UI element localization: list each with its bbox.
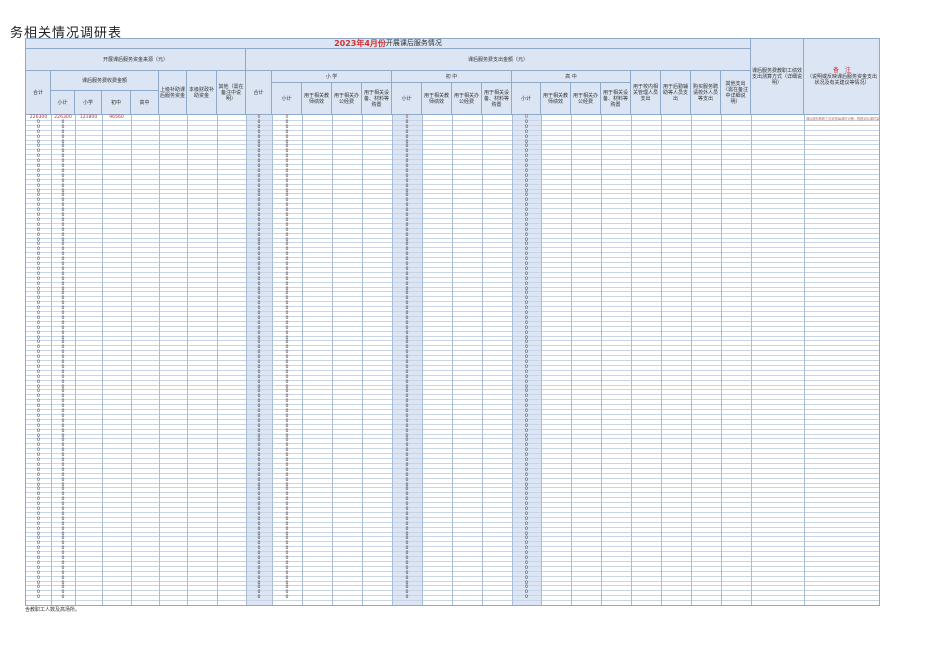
senior-header: 高 中 bbox=[512, 71, 631, 83]
junior-office-header: 用于相关办公经费 bbox=[452, 83, 482, 115]
grid-col-line bbox=[362, 115, 363, 605]
junior-header: 初 中 bbox=[392, 71, 512, 83]
grid-col-line bbox=[661, 115, 662, 605]
header-rest: 开展课后服务情况 bbox=[385, 39, 442, 47]
cell-fee-primary: 121800 bbox=[79, 115, 98, 120]
fee-primary-header: 小学 bbox=[75, 91, 102, 115]
other-source-header: 其他（需在备注中说明） bbox=[217, 71, 246, 115]
data-grid: 226300 226300 121800 96560 0 0 0 0 0 0 0 0 0 0 0 0 0 0 0 0 0… bbox=[26, 115, 879, 605]
header-month: 2023年4月份 bbox=[334, 39, 386, 48]
sheet-main-header: 2023年4月份 开展课后服务情况 bbox=[26, 39, 751, 49]
senior-teacher-header: 用于相关教师绩效 bbox=[541, 83, 571, 115]
senior-subtotal-header: 小计 bbox=[512, 83, 541, 115]
cell-fee-subtotal: 0 bbox=[61, 595, 65, 601]
other-expense-header: 其他支出（需在备注中详细说明） bbox=[721, 71, 751, 115]
remark-header: 备 注 （说明或反映课后服务资金支出状况及有关建议等情况） bbox=[804, 39, 879, 115]
junior-subtotal-header: 小计 bbox=[392, 83, 422, 115]
grid-col-line bbox=[217, 115, 218, 605]
total-header: 合计 bbox=[26, 71, 51, 115]
senior-equipment-header: 用于相关设备、材料等购置 bbox=[601, 83, 631, 115]
expense-group-header: 课后服务费支出金额（元） bbox=[246, 49, 751, 71]
primary-equipment-header: 用于相关设备、材料等购置 bbox=[362, 83, 392, 115]
grid-col-line bbox=[631, 115, 632, 605]
grid-col-line bbox=[332, 115, 333, 605]
cell-fee-junior: 96560 bbox=[109, 115, 124, 120]
grid-col-line bbox=[422, 115, 423, 605]
fee-subtotal-header: 小计 bbox=[51, 91, 75, 115]
source-group-header: 开展课后服务资金来源（元） bbox=[26, 49, 246, 71]
grid-col-line bbox=[721, 115, 722, 605]
gov-subsidy-header: 上级补助课后服务资金 bbox=[159, 71, 187, 115]
primary-teacher-header: 用于相关教师绩效 bbox=[302, 83, 332, 115]
junior-equipment-header: 用于相关设备、材料等购置 bbox=[482, 83, 512, 115]
grid-col-line bbox=[452, 115, 453, 605]
cell-junior-subtotal: 0 bbox=[405, 595, 409, 601]
grid-col-line bbox=[691, 115, 692, 605]
logistics-expense-header: 用于后勤辅助等人员支出 bbox=[661, 71, 691, 115]
fee-junior-header: 初中 bbox=[102, 91, 131, 115]
grid-col-line bbox=[804, 115, 805, 605]
primary-office-header: 用于相关办公经费 bbox=[332, 83, 362, 115]
grid-col-line bbox=[102, 115, 103, 605]
salary-method-header: 课后服务费教职工绩效支出测算方式（详细说明） bbox=[751, 39, 804, 115]
grid-col-line bbox=[187, 115, 188, 605]
cell-senior-subtotal: 0 bbox=[525, 595, 528, 601]
primary-subtotal-header: 小计 bbox=[272, 83, 302, 115]
cell-primary-subtotal: 0 bbox=[285, 595, 289, 601]
expense-total-header: 合计 bbox=[246, 71, 272, 115]
grid-col-line bbox=[159, 115, 160, 605]
cell-total: 0 bbox=[37, 595, 40, 601]
cell-expense-total: 0 bbox=[257, 595, 261, 601]
local-subsidy-header: 本级财政补助资金 bbox=[187, 71, 217, 115]
senior-office-header: 用于相关办公经费 bbox=[571, 83, 601, 115]
external-hire-header: 购买服务聘请校外人员等支出 bbox=[691, 71, 721, 115]
spreadsheet: 2023年4月份 开展课后服务情况 开展课后服务资金来源（元） 课后服务费支出金… bbox=[25, 38, 880, 606]
grid-col-line bbox=[571, 115, 572, 605]
primary-header: 小 学 bbox=[272, 71, 392, 83]
grid-col-line bbox=[482, 115, 483, 605]
grid-col-line bbox=[601, 115, 602, 605]
grid-col-line bbox=[751, 115, 752, 605]
grid-col-line bbox=[541, 115, 542, 605]
fee-group-header: 课后服务费收费金额 bbox=[51, 71, 159, 91]
remark-desc: （说明或反映课后服务资金支出状况及有关建议等情况） bbox=[806, 73, 877, 86]
footer-note: 含教职工人数及高场所。 bbox=[25, 607, 81, 613]
grid-col-line bbox=[302, 115, 303, 605]
grid-col-line bbox=[75, 115, 76, 605]
first-row-note: 课后服务教职工绩效按每课时计酬，根据实际课时量核算发放给相关教职工…… bbox=[806, 117, 880, 121]
fee-senior-header: 高中 bbox=[131, 91, 159, 115]
mgmt-expense-header: 用于校内相关管理人员支出 bbox=[631, 71, 661, 115]
grid-col-line bbox=[131, 115, 132, 605]
junior-teacher-header: 用于相关教师绩效 bbox=[422, 83, 452, 115]
